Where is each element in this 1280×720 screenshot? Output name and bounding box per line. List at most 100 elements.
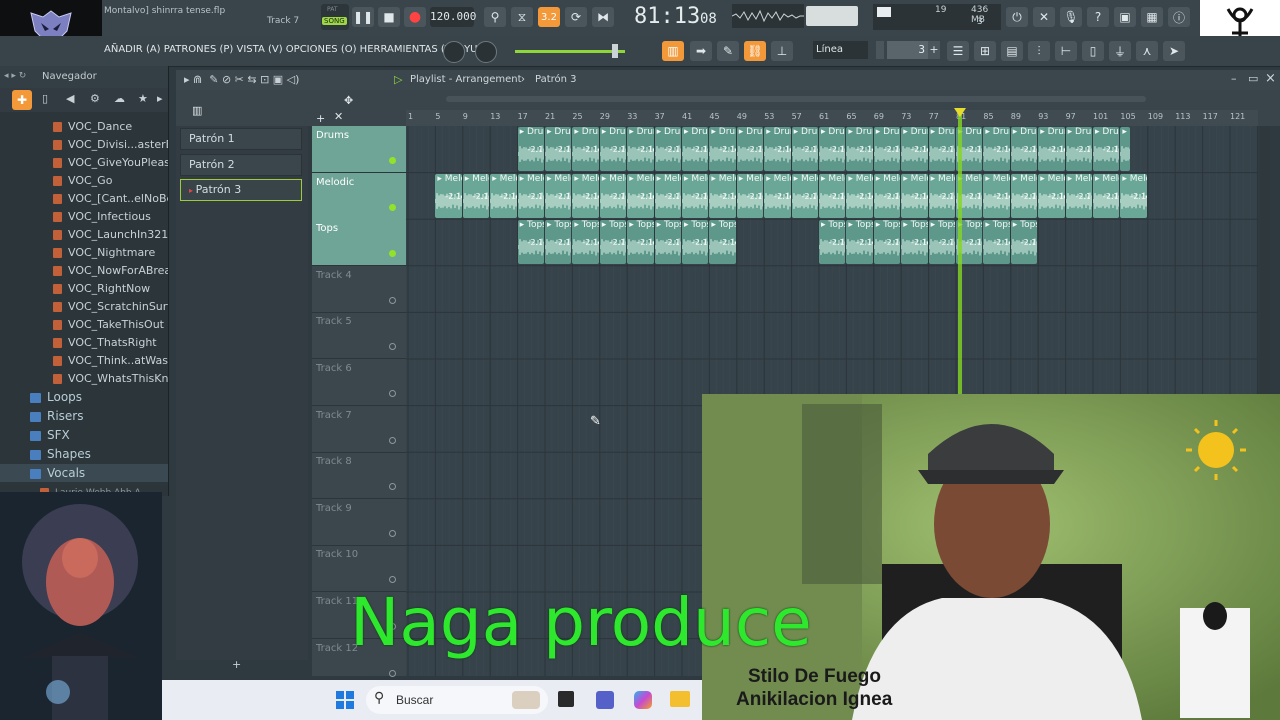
playlist-clip[interactable]: ▸ Drums -2.1dB bbox=[1093, 127, 1120, 171]
playlist-clip[interactable]: ▸ Drums -2.1dB bbox=[819, 127, 846, 171]
playlist-clip[interactable]: ▸ Melodic -2.1dB bbox=[736, 173, 764, 218]
move-icon[interactable]: ✥ bbox=[344, 94, 353, 107]
copilot-icon[interactable] bbox=[634, 691, 652, 709]
track-mute-led[interactable] bbox=[389, 250, 396, 258]
track-header[interactable]: Tops bbox=[312, 219, 406, 267]
list-item[interactable]: VOC_NowForABreak bbox=[0, 262, 168, 280]
pattern-selector[interactable]: 3 bbox=[887, 41, 929, 59]
arrow-button[interactable]: ➡ bbox=[690, 41, 712, 61]
playlist-clip[interactable]: ▸ Drums -2.1dB bbox=[572, 127, 599, 171]
main-menu[interactable]: AÑADIR (A) PATRONES (P) VISTA (V) OPCION… bbox=[104, 44, 492, 55]
list-item[interactable]: VOC_RightNow bbox=[0, 280, 168, 298]
list-item[interactable]: VOC_ThatsRight bbox=[0, 334, 168, 352]
track-header[interactable]: Track 6 bbox=[312, 359, 406, 406]
playlist-clip[interactable]: ▸ Tops -2.1dB bbox=[819, 220, 846, 265]
playlist-clip[interactable]: ▸ Tops -2.1dB bbox=[599, 220, 627, 265]
playlist-clip[interactable]: ▸ Melodic -2.1dB bbox=[791, 173, 818, 218]
close-icon[interactable]: × bbox=[1265, 71, 1276, 86]
playlist-clip[interactable]: ▸ Melodic -2.1dB bbox=[1065, 173, 1092, 218]
playlist-clip[interactable]: ▸ Tops -2.1dB bbox=[846, 220, 873, 265]
help-button[interactable]: ? bbox=[1087, 7, 1109, 27]
track-mute-led[interactable] bbox=[389, 203, 396, 211]
mixer-button[interactable]: ⫶ bbox=[1028, 41, 1050, 61]
share-button[interactable]: ➤ bbox=[1163, 41, 1185, 61]
playlist-clip[interactable]: ▸ Drums -2.1dB bbox=[1065, 127, 1092, 171]
list-item[interactable]: VOC_Go bbox=[0, 172, 168, 190]
play-button[interactable]: ❚❚ bbox=[352, 7, 374, 27]
pattern-prev[interactable] bbox=[876, 41, 884, 59]
piano-key-icon[interactable]: ▥ bbox=[192, 104, 206, 117]
track-mute-led[interactable] bbox=[389, 669, 396, 677]
master-slider-handle[interactable] bbox=[612, 44, 618, 58]
playlist-clip[interactable]: ▸ Drums -2.1dB bbox=[627, 127, 654, 171]
playlist-clip[interactable]: ▸ Melodic -2.1dB bbox=[545, 173, 572, 218]
add-pattern-icon[interactable]: + bbox=[232, 658, 241, 671]
playlist-clip[interactable]: ▸ Tops -2.1dB bbox=[983, 220, 1010, 265]
track-mute-led[interactable] bbox=[389, 296, 396, 304]
gear-icon[interactable]: ⚙ bbox=[90, 92, 100, 105]
windows-start-icon[interactable] bbox=[336, 691, 354, 709]
remove-track-icon[interactable]: ✕ bbox=[334, 110, 343, 123]
info-button[interactable]: ⓘ bbox=[1168, 7, 1190, 27]
teams-icon[interactable] bbox=[596, 691, 614, 709]
playlist-clip[interactable]: ▸ Melodic -2.1dB bbox=[627, 173, 654, 218]
playlist-clip[interactable]: ▸ Melodic -2.1dB bbox=[983, 173, 1010, 218]
titlebar-tools-icon[interactable]: ▸ ⋒ ✎ ⊘ ✂ ⇆ ⊡ ▣ ◁) bbox=[184, 73, 306, 86]
track-mute-led[interactable] bbox=[389, 157, 396, 164]
playlist-clip[interactable]: ▸ Tops -2.1dB bbox=[1010, 220, 1038, 265]
playlist-clip[interactable]: ▸ Drums -2.1dB bbox=[599, 127, 627, 171]
playlist-clip[interactable]: ▸ Tops -2.1dB bbox=[682, 220, 709, 265]
browser-button[interactable]: ⊢ bbox=[1055, 41, 1077, 61]
master-volume-knob[interactable] bbox=[443, 41, 465, 63]
playlist-clip[interactable]: ▸ Tops -2.1dB bbox=[709, 220, 736, 265]
pattern-item-1[interactable]: Patrón 1 bbox=[180, 128, 302, 150]
list-item[interactable]: VOC_TakeThisOut bbox=[0, 316, 168, 334]
track-header[interactable]: Melodic bbox=[312, 172, 406, 220]
track-header[interactable]: Track 9 bbox=[312, 499, 406, 546]
track-header[interactable]: Track 7 bbox=[312, 406, 406, 453]
folder-vocals[interactable]: Vocals bbox=[0, 464, 168, 482]
folder-risers[interactable]: Risers bbox=[0, 407, 168, 425]
playlist-clip[interactable]: ▸ Tops -2.1dB bbox=[928, 220, 955, 265]
track-header[interactable]: Track 4 bbox=[312, 266, 406, 313]
playlist-clip[interactable]: ▸ Drums -2.1dB bbox=[517, 127, 544, 171]
folder-sfx[interactable]: SFX bbox=[0, 426, 168, 444]
mic-button[interactable]: 🎙 bbox=[1060, 7, 1082, 27]
list-item[interactable]: VOC_[Cant..elNoBetter bbox=[0, 190, 168, 208]
track-header[interactable]: Track 5 bbox=[312, 312, 406, 360]
cloud-icon[interactable]: ☁ bbox=[114, 92, 125, 105]
track-mute-led[interactable] bbox=[389, 529, 396, 537]
playlist-clip[interactable]: ▸ Melodic -2.1dB bbox=[654, 173, 681, 218]
browser-arrows-icon[interactable]: ◂ ▸ ↻ bbox=[4, 71, 26, 81]
folder-shapes[interactable]: Shapes bbox=[0, 445, 168, 463]
star-icon[interactable]: ★ bbox=[138, 92, 148, 105]
back-icon[interactable]: ◀ bbox=[66, 92, 74, 105]
tempo-tap-button[interactable]: ⋏ bbox=[1136, 41, 1158, 61]
step-button[interactable]: 3.2 bbox=[538, 7, 560, 27]
more-icon[interactable]: ▸ bbox=[157, 92, 163, 105]
playlist-clip[interactable]: ▸ Drums -2.1dB bbox=[654, 127, 681, 171]
playlist-clip[interactable]: ▸ Melodic -2.1dB bbox=[435, 173, 462, 218]
list-item[interactable]: VOC_LaunchIn321 bbox=[0, 226, 168, 244]
list-item[interactable]: VOC_Nightmare bbox=[0, 244, 168, 262]
playlist-clip[interactable]: ▸ Drums -2.1dB bbox=[928, 127, 955, 171]
playlist-clip[interactable]: ▸ Drums -2.1dB bbox=[983, 127, 1010, 171]
plugin-button[interactable]: ⏚ bbox=[1109, 41, 1131, 61]
list-item[interactable]: VOC_ScratchinSurf bbox=[0, 298, 168, 316]
track-header[interactable]: Track 8 bbox=[312, 452, 406, 500]
taskview-icon[interactable] bbox=[558, 691, 574, 707]
playlist-clip[interactable]: ▸ Melodic -2.1dB bbox=[764, 173, 791, 218]
playlist-clip[interactable]: ▸ Melodic -2.1dB bbox=[873, 173, 901, 218]
master-slider[interactable] bbox=[515, 50, 625, 53]
list-item[interactable]: VOC_Infectious bbox=[0, 208, 168, 226]
file-icon[interactable]: ▯ bbox=[42, 92, 48, 105]
playlist-clip[interactable]: ▸ Drums bbox=[1120, 127, 1130, 171]
playlist-clip[interactable]: ▸ Tops -2.1dB bbox=[545, 220, 572, 265]
horizontal-scrollbar[interactable] bbox=[446, 96, 1146, 102]
list-item[interactable]: VOC_GiveYouPleasure bbox=[0, 154, 168, 172]
record-button[interactable]: ● bbox=[404, 7, 426, 27]
master-pitch-knob[interactable] bbox=[475, 41, 497, 63]
playlist-clip[interactable]: ▸ Drums -2.1dB bbox=[901, 127, 928, 171]
pattern-add[interactable]: + bbox=[928, 41, 940, 59]
playlist-clip[interactable]: ▸ Melodic -2.1dB bbox=[901, 173, 928, 218]
